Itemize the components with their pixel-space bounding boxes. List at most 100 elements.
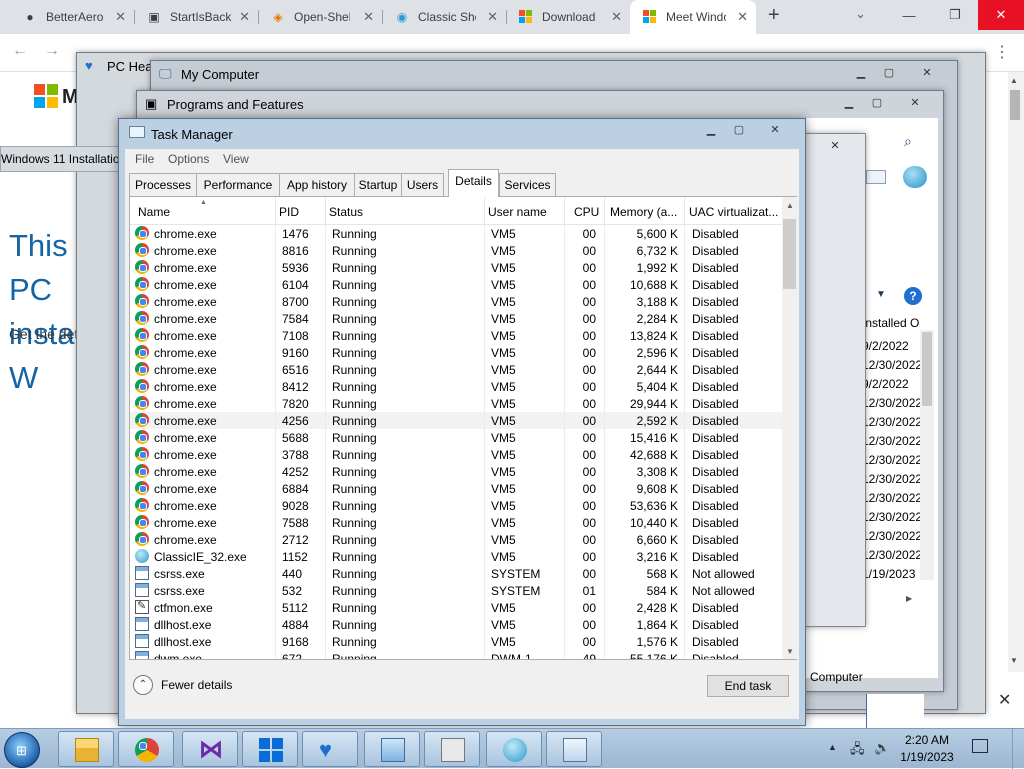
column-header-user-name[interactable]: User name <box>488 205 562 219</box>
table-row[interactable]: chrome.exe 7588 Running VM5 00 10,440 K Disabl… <box>130 514 782 531</box>
table-row[interactable]: csrss.exe 440 Running SYSTEM 00 568 K Not allo… <box>130 565 782 582</box>
table-row[interactable]: chrome.exe 6884 Running VM5 00 9,608 K Disable… <box>130 480 782 497</box>
view-options-button[interactable] <box>866 170 886 184</box>
column-divider[interactable] <box>684 197 685 225</box>
tab-search-icon[interactable]: ⌄ <box>855 6 866 22</box>
tab-app-history[interactable]: App history <box>279 173 355 196</box>
taskbar-control-panel[interactable] <box>364 731 420 767</box>
column-header-uac-virtualization[interactable]: UAC virtualizat... <box>689 205 781 219</box>
table-row[interactable]: ClassicIE_32.exe 1152 Running VM5 00 3,216 K D… <box>130 548 782 565</box>
process-list-scrollbar[interactable]: ▲ ▼ <box>782 197 797 659</box>
maximize-button[interactable]: ▢ <box>865 95 889 111</box>
close-tab-icon[interactable]: ✕ <box>115 9 126 25</box>
column-header-status[interactable]: Status <box>329 205 483 219</box>
browser-tab-betteraero[interactable]: ● BetterAero ✕ <box>10 0 134 34</box>
menu-file[interactable]: File <box>135 152 154 166</box>
taskbar-programs[interactable] <box>424 731 480 767</box>
installed-on-header[interactable]: Installed O <box>862 316 922 330</box>
task-manager-window[interactable]: Task Manager ▁ ▢ ✕ File Options View Pro… <box>118 118 806 726</box>
table-row[interactable]: csrss.exe 532 Running SYSTEM 01 584 K Not allo… <box>130 582 782 599</box>
table-row[interactable]: chrome.exe 8700 Running VM5 00 3,188 K Disable… <box>130 293 782 310</box>
table-row[interactable]: chrome.exe 8816 Running VM5 00 6,732 K Disable… <box>130 242 782 259</box>
show-hidden-icons-icon[interactable]: ▲ <box>828 742 837 752</box>
table-row[interactable]: chrome.exe 7108 Running VM5 00 13,824 K Disabl… <box>130 327 782 344</box>
browser-tab-classic-shell[interactable]: ◉ Classic Shell ✕ <box>382 0 506 34</box>
end-task-button[interactable]: End task <box>707 675 789 697</box>
minimize-button[interactable]: ▁ <box>837 95 861 111</box>
show-desktop-button[interactable] <box>1012 729 1024 769</box>
table-row[interactable]: dllhost.exe 4884 Running VM5 00 1,864 K Disabl… <box>130 616 782 633</box>
table-row[interactable]: chrome.exe 9028 Running VM5 00 53,636 K Disabl… <box>130 497 782 514</box>
menu-options[interactable]: Options <box>168 152 209 166</box>
table-row[interactable]: chrome.exe 6104 Running VM5 00 10,688 K Disabl… <box>130 276 782 293</box>
column-divider[interactable] <box>564 197 565 225</box>
column-divider[interactable] <box>275 197 276 225</box>
tab-processes[interactable]: Processes <box>129 173 197 196</box>
table-row[interactable]: chrome.exe 4252 Running VM5 00 3,308 K Disable… <box>130 463 782 480</box>
scroll-up-icon[interactable]: ▲ <box>786 201 794 210</box>
tab-services[interactable]: Services <box>499 173 556 196</box>
close-button[interactable]: ✕ <box>915 65 939 81</box>
close-button[interactable]: ✕ <box>903 95 927 111</box>
start-button[interactable]: ⊞ <box>4 732 40 768</box>
browser-tab-download[interactable]: Download ✕ <box>506 0 630 34</box>
close-tab-icon[interactable]: ✕ <box>487 9 498 25</box>
classic-shell-icon[interactable] <box>903 166 927 188</box>
browser-close-button[interactable]: ✕ <box>978 0 1024 30</box>
programs-scroll-thumb[interactable] <box>922 332 932 406</box>
tab-performance[interactable]: Performance <box>196 173 280 196</box>
volume-icon[interactable]: 🔈 <box>874 740 890 756</box>
help-button[interactable]: ? <box>904 287 922 305</box>
taskbar-visual-studio[interactable]: ⋈ <box>182 731 238 767</box>
taskbar-chrome[interactable] <box>118 731 174 767</box>
tab-details[interactable]: Details <box>448 169 499 197</box>
table-row[interactable]: chrome.exe 6516 Running VM5 00 2,644 K Disable… <box>130 361 782 378</box>
column-header-pid[interactable]: PID <box>279 205 323 219</box>
close-tab-icon[interactable]: ✕ <box>363 9 374 25</box>
close-tab-icon[interactable]: ✕ <box>611 9 622 25</box>
forward-icon[interactable]: → <box>44 42 60 60</box>
close-button[interactable]: ✕ <box>823 138 847 154</box>
menu-icon[interactable]: ⋮ <box>994 42 1010 62</box>
scroll-down-icon[interactable]: ▼ <box>1010 656 1018 665</box>
title-bar[interactable]: Task Manager ▁ ▢ ✕ <box>119 119 805 147</box>
control-panel-window[interactable]: ✕ <box>800 133 866 627</box>
page-scroll-thumb[interactable] <box>1010 90 1020 120</box>
network-icon[interactable]: 🖧 <box>850 740 865 762</box>
scroll-down-icon[interactable]: ▼ <box>786 647 794 656</box>
scroll-up-icon[interactable]: ▲ <box>1010 76 1018 85</box>
table-row[interactable]: chrome.exe 2712 Running VM5 00 6,660 K Disable… <box>130 531 782 548</box>
column-header-name[interactable]: Name <box>138 205 274 219</box>
browser-tab-meet-windows[interactable]: Meet Windows ✕ <box>630 0 756 34</box>
page-scrollbar[interactable] <box>1008 72 1024 672</box>
maximize-button[interactable]: ▢ <box>727 122 751 138</box>
taskbar-pc-health[interactable]: ♥ <box>302 731 358 767</box>
clock-date[interactable]: 1/19/2023 <box>896 750 958 764</box>
back-icon[interactable]: ← <box>12 42 28 60</box>
close-tab-icon[interactable]: ✕ <box>239 9 250 25</box>
close-button[interactable]: ✕ <box>763 122 787 138</box>
tab-users[interactable]: Users <box>401 173 444 196</box>
column-divider[interactable] <box>484 197 485 225</box>
taskbar-file-explorer[interactable] <box>58 731 114 767</box>
column-header-cpu[interactable]: CPU <box>574 205 602 219</box>
browser-tab-open-shell[interactable]: ◈ Open-Shell ✕ <box>258 0 382 34</box>
table-row[interactable]: dwm.exe 672 Running DWM-1 49 55,176 K Disabled <box>130 650 782 659</box>
close-icon[interactable]: ✕ <box>998 690 1011 710</box>
browser-restore-button[interactable]: ❐ <box>932 0 978 30</box>
menu-view[interactable]: View <box>223 152 249 166</box>
chevron-up-icon[interactable]: ⌃ <box>133 675 153 695</box>
column-header-memory[interactable]: Memory (a... <box>610 205 684 219</box>
taskbar-classic-shell[interactable] <box>486 731 542 767</box>
browser-tab-startisback[interactable]: ▣ StartIsBack ✕ <box>134 0 258 34</box>
chevron-down-icon[interactable]: ▼ <box>876 289 886 300</box>
table-row[interactable]: chrome.exe 5688 Running VM5 00 15,416 K Disabl… <box>130 429 782 446</box>
scroll-right-icon[interactable]: ▶ <box>906 594 912 603</box>
table-row[interactable]: chrome.exe 4256 Running VM5 00 2,592 K Disable… <box>130 412 782 429</box>
new-tab-button[interactable]: + <box>768 4 780 27</box>
clock-time[interactable]: 2:20 AM <box>902 733 952 747</box>
table-row[interactable]: dllhost.exe 9168 Running VM5 00 1,576 K Disabl… <box>130 633 782 650</box>
table-row[interactable]: chrome.exe 7584 Running VM5 00 2,284 K Disable… <box>130 310 782 327</box>
search-icon[interactable]: ⌕ <box>904 133 912 150</box>
taskbar-windows[interactable] <box>242 731 298 767</box>
